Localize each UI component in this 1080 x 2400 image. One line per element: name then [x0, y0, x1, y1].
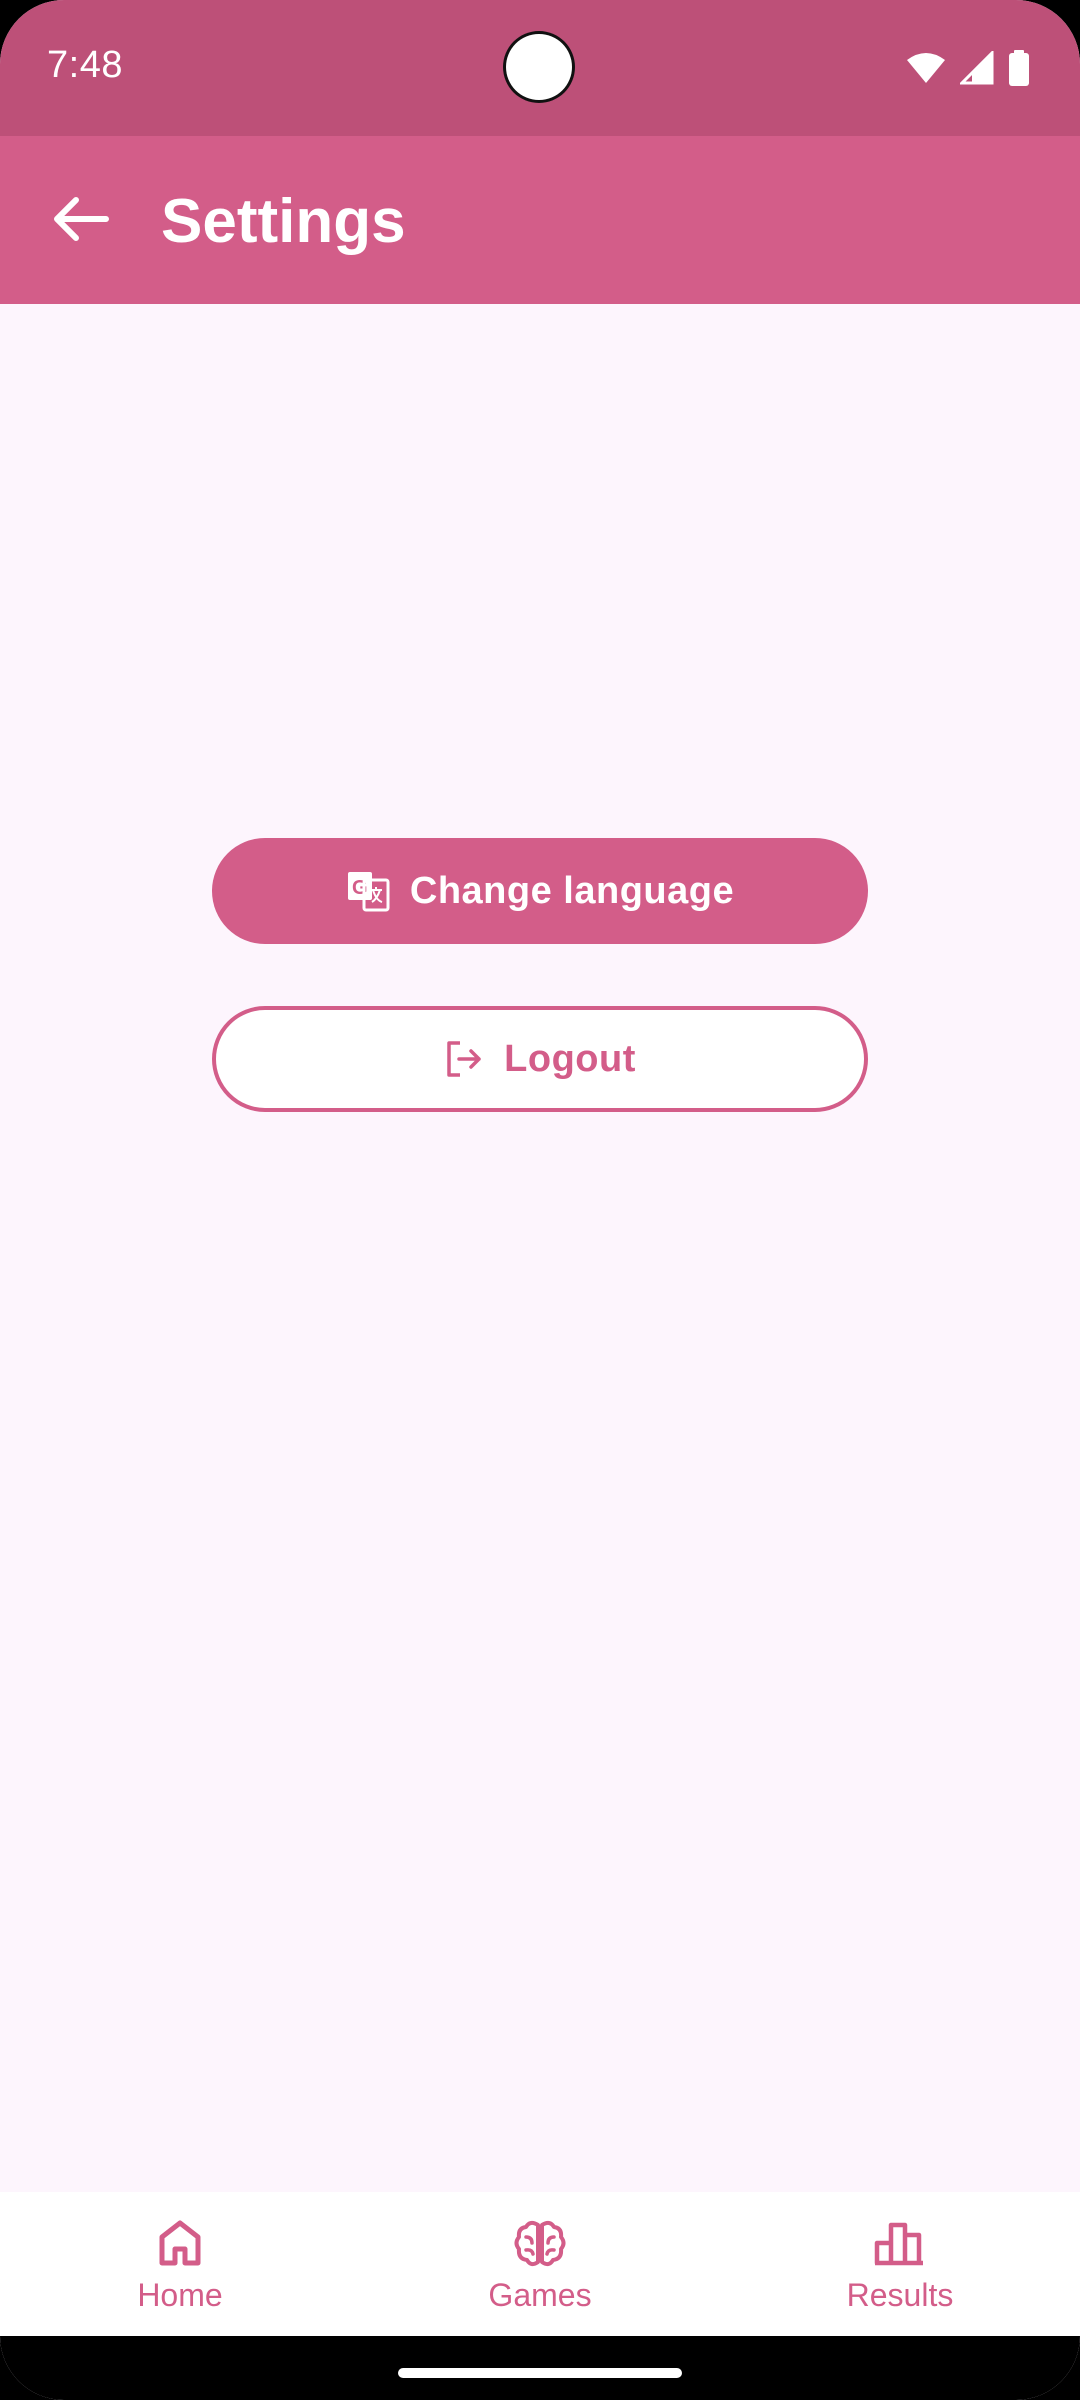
- brain-icon: [514, 2215, 566, 2271]
- status-time: 7:48: [47, 44, 123, 86]
- signal-icon: [958, 49, 994, 90]
- logout-button[interactable]: Logout: [212, 1006, 868, 1112]
- nav-label-home: Home: [137, 2276, 223, 2313]
- nav-item-results[interactable]: Results: [720, 2192, 1080, 2336]
- nav-item-home[interactable]: Home: [0, 2192, 360, 2336]
- front-camera: [506, 34, 572, 100]
- arrow-left-icon: [52, 196, 110, 247]
- logout-icon: [444, 1039, 484, 1079]
- wifi-icon: [906, 52, 946, 89]
- home-icon: [156, 2215, 204, 2271]
- nav-label-games: Games: [488, 2276, 592, 2313]
- settings-content: [0, 304, 1080, 2192]
- back-button[interactable]: [40, 180, 122, 262]
- nav-label-results: Results: [846, 2276, 954, 2313]
- bottom-navigation: Home Games Results: [0, 2192, 1080, 2336]
- status-icons: [906, 49, 1030, 91]
- change-language-button[interactable]: G Change language: [212, 838, 868, 944]
- phone-screen: 7:48 Settings G Change language Logout H…: [0, 0, 1080, 2400]
- home-indicator[interactable]: [398, 2368, 682, 2378]
- logout-label: Logout: [504, 1037, 636, 1080]
- gesture-navigation-area: [0, 2336, 1080, 2400]
- bar-chart-icon: [873, 2215, 927, 2271]
- status-bar: 7:48: [0, 0, 1080, 136]
- nav-item-games[interactable]: Games: [360, 2192, 720, 2336]
- change-language-label: Change language: [409, 869, 735, 912]
- app-bar: Settings: [0, 136, 1080, 304]
- page-title: Settings: [161, 187, 406, 256]
- battery-icon: [1008, 50, 1030, 91]
- translate-icon: G: [346, 870, 390, 912]
